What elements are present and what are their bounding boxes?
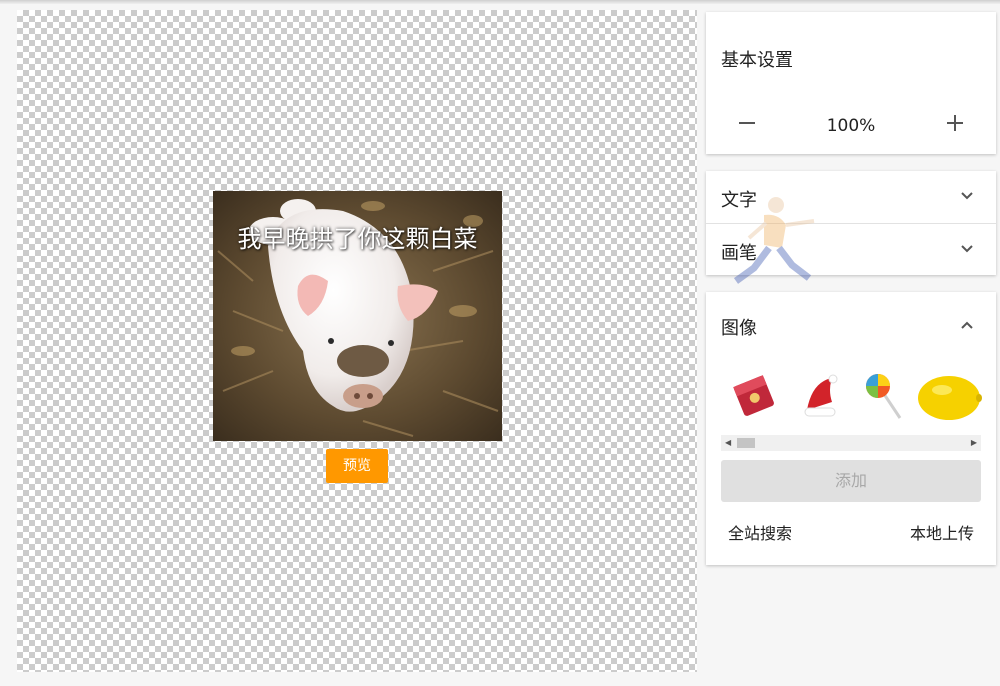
scroll-left-icon[interactable]: ◀: [725, 438, 731, 447]
top-edge: [0, 0, 1000, 4]
local-upload-link[interactable]: 本地上传: [910, 520, 974, 544]
scroll-right-icon[interactable]: ▶: [971, 438, 977, 447]
meme-image[interactable]: 我早晚拱了你这颗白菜: [213, 191, 502, 441]
minus-icon[interactable]: [732, 108, 762, 138]
panel-title: 图像: [721, 318, 757, 339]
red-packet-sticker[interactable]: [728, 370, 780, 422]
lemon-sticker[interactable]: [916, 370, 982, 422]
sticker-scrollbar[interactable]: ◀ ▶: [721, 435, 981, 451]
basic-settings-panel: 基本设置 100%: [706, 12, 996, 154]
meme-caption[interactable]: 我早晚拱了你这颗白菜: [213, 219, 502, 254]
scroll-thumb[interactable]: [737, 438, 755, 448]
panel-title: 基本设置: [721, 50, 793, 71]
chevron-up-icon[interactable]: [960, 318, 974, 332]
image-panel: 图像 ◀ ▶ 添加 全站搜索 本地上传: [706, 292, 996, 565]
santa-hat-sticker[interactable]: [802, 370, 842, 422]
zoom-level: 100%: [826, 116, 876, 136]
running-person-icon: [733, 197, 815, 284]
site-search-link[interactable]: 全站搜索: [728, 520, 792, 544]
plus-icon[interactable]: [940, 108, 970, 138]
preview-button[interactable]: 预览: [326, 449, 388, 483]
chevron-down-icon: [961, 245, 973, 253]
lollipop-sticker[interactable]: [862, 370, 906, 422]
chevron-down-icon: [961, 192, 973, 200]
sticker-list: [720, 370, 982, 430]
add-button[interactable]: 添加: [721, 460, 981, 502]
